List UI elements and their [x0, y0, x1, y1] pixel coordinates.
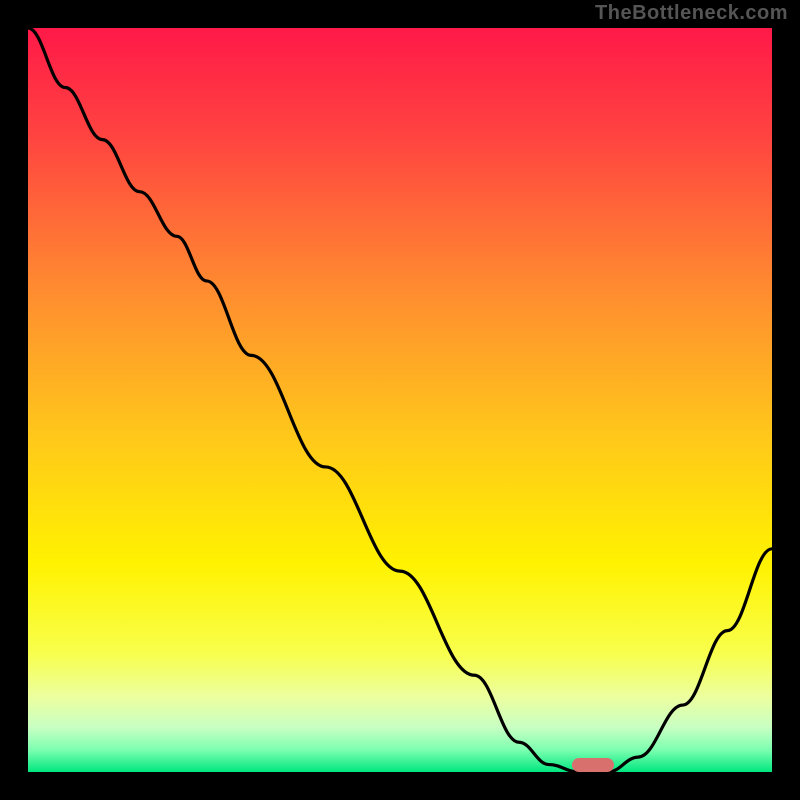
chart-frame: TheBottleneck.com [0, 0, 800, 800]
bottleneck-curve [28, 28, 772, 772]
watermark-text: TheBottleneck.com [595, 2, 788, 25]
plot-area [28, 28, 772, 772]
optimal-marker [572, 758, 614, 772]
